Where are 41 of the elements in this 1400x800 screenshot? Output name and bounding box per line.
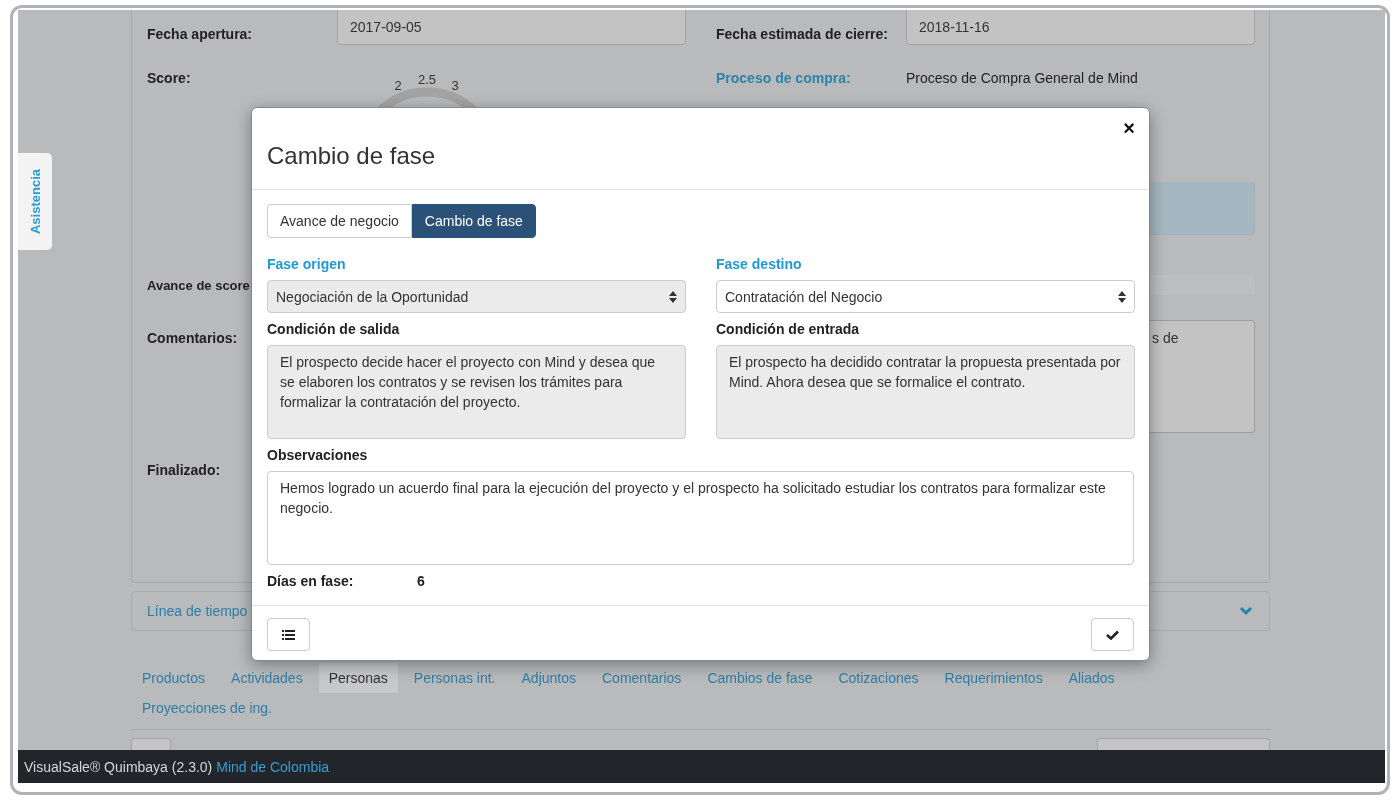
list-button[interactable] — [267, 618, 310, 651]
field-label: Condición de salida — [267, 320, 401, 339]
modal-title: Cambio de fase — [267, 141, 437, 171]
field-label: Observaciones — [267, 446, 369, 465]
date-field[interactable]: 2018-11-16 — [906, 10, 1255, 45]
field-label: Avance de score — [147, 277, 250, 295]
updown-icon — [669, 290, 677, 303]
chevron-icon[interactable] — [1239, 606, 1253, 617]
updown-icon — [1118, 290, 1126, 303]
gauge-label: 2.5 — [417, 72, 437, 87]
close-button[interactable]: × — [1123, 118, 1135, 138]
field-value: Proceso de Compra General de Mind — [906, 69, 1139, 88]
phase-select[interactable]: Contratación del Negocio — [716, 280, 1135, 313]
field-label: Condición de entrada — [716, 320, 861, 339]
field-label: Fecha apertura: — [147, 25, 253, 44]
field-label: Fecha estimada de cierre: — [716, 25, 888, 44]
field-value: 6 — [417, 572, 425, 591]
segment-button[interactable]: Avance de negocio — [267, 204, 412, 238]
observations-field[interactable]: Hemos logrado un acuerdo final para la ejecución del proyecto y el prospecto ha solicitado estudiar los contratos para formalizar este negocio. — [267, 471, 1134, 565]
field-label: Fase destino — [716, 255, 803, 274]
segment-button[interactable]: Cambio de fase — [411, 204, 536, 238]
search-field[interactable] — [1097, 738, 1270, 750]
footer-text: VisualSale® Quimbaya (2.3.0) — [24, 758, 213, 775]
gauge-label: 2 — [394, 78, 402, 93]
field-label: Comentarios: — [147, 329, 238, 348]
field-label: Score: — [147, 69, 191, 88]
field-label: Días en fase: — [267, 572, 355, 591]
assistance-tab[interactable]: Asistencia — [18, 153, 52, 250]
condition-text[interactable]: El prospecto decide hacer el proyecto con Mind y desea que se elaboren los contratos y se revisen los trámites para formalizar la contratación del proyecto. — [267, 345, 686, 439]
field-label: Finalizado: — [147, 461, 221, 480]
confirm-button[interactable] — [1091, 618, 1134, 651]
tab[interactable]: Personas — [318, 663, 398, 693]
gauge-label: 3 — [451, 78, 459, 93]
check-icon — [1106, 630, 1119, 640]
toolbar-button[interactable] — [131, 738, 171, 750]
company-link[interactable]: Mind de Colombia — [216, 758, 330, 775]
list-icon — [282, 629, 295, 640]
condition-text[interactable]: El prospecto ha decidido contratar la propuesta presentada por Mind. Ahora desea que se formalice el contrato. — [716, 345, 1135, 439]
date-field[interactable]: 2017-09-05 — [337, 10, 686, 45]
field-label: Fase origen — [267, 255, 347, 274]
comments-field[interactable]: s de — [1150, 320, 1255, 433]
